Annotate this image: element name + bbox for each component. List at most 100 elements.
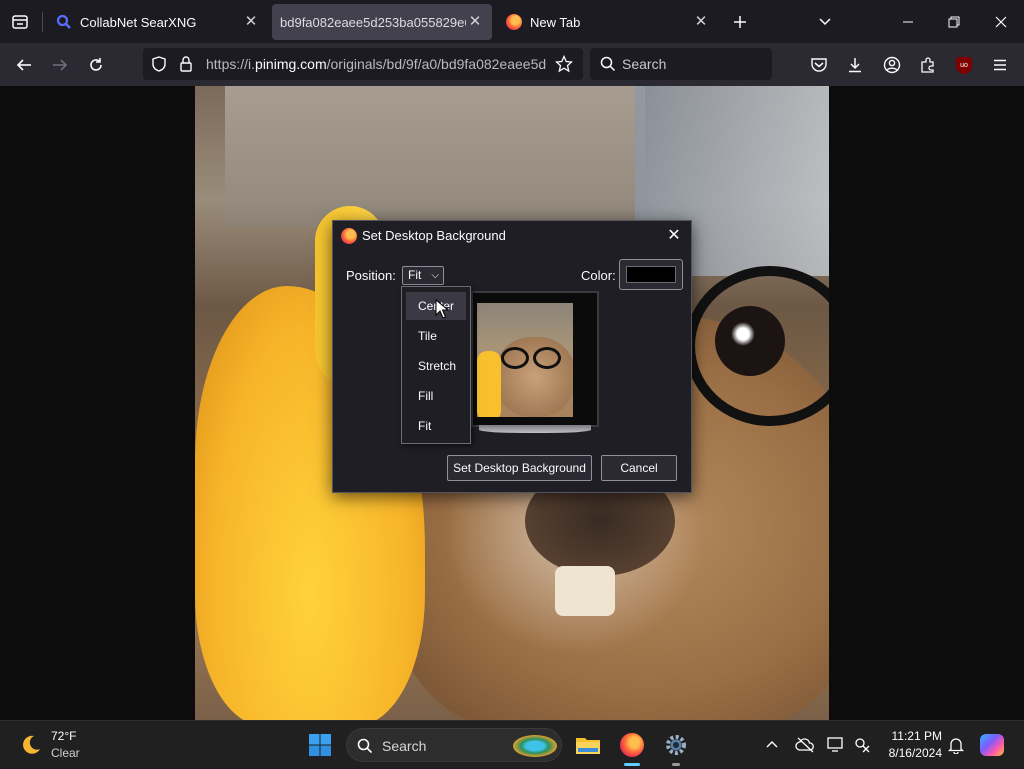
lock-icon[interactable] — [179, 56, 193, 72]
firefox-taskbar-button[interactable] — [616, 729, 648, 761]
preview-image — [477, 303, 573, 417]
extensions-button[interactable] — [914, 51, 942, 79]
tab-label: CollabNet SearXNG — [80, 14, 197, 30]
monitor-screen — [471, 291, 599, 427]
weather-temperature: 72°F — [51, 729, 77, 743]
set-desktop-background-dialog: Set Desktop Background ✕ Position: Fit ⌵… — [332, 220, 692, 493]
weather-condition: Clear — [51, 746, 80, 760]
tab-collabnet[interactable]: CollabNet SearXNG ✕ — [46, 4, 268, 40]
mouse-cursor-icon — [435, 299, 449, 319]
url-path: /originals/bd/9f/a0/bd9fa082eaee5d — [326, 56, 546, 72]
position-option-tile[interactable]: Tile — [406, 322, 466, 350]
tab-image[interactable]: bd9fa082eaee5d253ba055829e6840( ✕ — [272, 4, 492, 40]
firefox-logo-icon — [341, 228, 357, 244]
url-domain: pinimg.com — [255, 56, 327, 72]
settings-button[interactable] — [660, 729, 692, 761]
taskbar-search-placeholder: Search — [382, 738, 427, 754]
position-option-fill[interactable]: Fill — [406, 382, 466, 410]
display-icon — [827, 737, 843, 752]
firefox-icon — [506, 14, 522, 30]
windows-logo-icon — [309, 734, 331, 756]
minimize-button[interactable] — [894, 8, 922, 36]
account-button[interactable] — [878, 51, 906, 79]
set-desktop-background-button[interactable]: Set Desktop Background — [447, 455, 592, 481]
position-option-stretch[interactable]: Stretch — [406, 352, 466, 380]
reload-icon — [90, 58, 102, 71]
bookmark-star-icon[interactable] — [555, 55, 573, 73]
searxng-icon — [56, 14, 71, 29]
list-all-tabs-button[interactable] — [811, 8, 839, 36]
ublock-shield-icon: uo — [956, 56, 972, 74]
show-hidden-icons-button[interactable] — [756, 729, 788, 761]
running-app-indicator — [672, 763, 680, 766]
minimize-icon — [903, 21, 913, 23]
tab-close-icon[interactable]: ✕ — [692, 13, 710, 31]
onedrive-button[interactable] — [789, 729, 821, 761]
tab-strip: CollabNet SearXNG ✕ bd9fa082eaee5d253ba0… — [0, 0, 1024, 43]
search-placeholder: Search — [622, 56, 667, 72]
copilot-icon — [980, 734, 1004, 756]
weather-widget[interactable]: 72°F Clear — [0, 721, 110, 769]
gear-icon — [666, 735, 686, 755]
tab-label: bd9fa082eaee5d253ba055829e6840( — [280, 14, 466, 30]
firefox-icon — [620, 733, 644, 757]
plus-icon — [734, 16, 746, 28]
url-text[interactable]: https://i.pinimg.com/originals/bd/9f/a0/… — [206, 56, 546, 72]
color-label: Color: — [581, 268, 616, 283]
firefox-view-button[interactable] — [6, 8, 34, 36]
clock-time: 11:21 PM — [891, 729, 942, 743]
restore-button[interactable] — [940, 8, 968, 36]
restore-icon — [948, 16, 960, 28]
preview-monitor — [471, 291, 599, 433]
color-swatch — [626, 266, 676, 283]
position-option-fit[interactable]: Fit — [406, 412, 466, 440]
forward-arrow-icon — [53, 59, 68, 71]
chevron-down-icon — [819, 18, 831, 26]
url-bar[interactable]: https://i.pinimg.com/originals/bd/9f/a0/… — [143, 48, 583, 80]
reload-button[interactable] — [82, 51, 110, 79]
tab-new-tab[interactable]: New Tab ✕ — [496, 4, 718, 40]
file-explorer-button[interactable] — [572, 729, 604, 761]
taskbar-search-box[interactable]: Search — [346, 728, 562, 762]
ublock-origin-button[interactable]: uo — [950, 51, 978, 79]
puzzle-icon — [921, 57, 934, 73]
clock-date: 8/16/2024 — [888, 746, 942, 760]
firefox-view-icon — [12, 15, 28, 29]
downloads-button[interactable] — [841, 51, 869, 79]
network-icon — [855, 738, 870, 753]
start-button[interactable] — [304, 729, 336, 761]
search-highlight-icon — [513, 735, 557, 757]
tab-close-icon[interactable]: ✕ — [466, 13, 484, 31]
position-label: Position: — [346, 268, 396, 283]
back-button[interactable] — [10, 51, 38, 79]
tab-close-icon[interactable]: ✕ — [242, 13, 260, 31]
forward-button[interactable] — [46, 51, 74, 79]
close-icon — [995, 16, 1007, 28]
pocket-button[interactable] — [805, 51, 833, 79]
copilot-button[interactable] — [976, 729, 1008, 761]
cloud-offline-icon — [795, 737, 814, 753]
dialog-title: Set Desktop Background — [362, 228, 506, 243]
close-window-button[interactable] — [987, 8, 1015, 36]
cancel-button[interactable]: Cancel — [601, 455, 677, 481]
search-icon — [357, 738, 373, 754]
search-icon — [600, 56, 616, 72]
back-arrow-icon — [16, 59, 31, 71]
notifications-button[interactable] — [940, 729, 972, 761]
download-icon — [849, 58, 861, 73]
tab-separator — [42, 12, 43, 32]
new-tab-button[interactable] — [726, 8, 754, 36]
network-button[interactable] — [847, 729, 879, 761]
app-menu-button[interactable] — [986, 51, 1014, 79]
monitor-stand — [479, 425, 591, 433]
ublock-badge-text: uo — [960, 61, 968, 69]
chevron-up-icon — [766, 741, 778, 748]
dialog-close-button[interactable]: ✕ — [663, 225, 685, 247]
color-picker-button[interactable] — [619, 259, 683, 290]
hamburger-menu-icon — [994, 59, 1006, 71]
tracking-protection-shield-icon[interactable] — [151, 56, 167, 72]
search-bar[interactable]: Search — [590, 48, 772, 80]
tab-label: New Tab — [530, 14, 581, 30]
position-select[interactable]: Fit ⌵ — [402, 266, 444, 285]
navigation-toolbar: https://i.pinimg.com/originals/bd/9f/a0/… — [0, 43, 1024, 86]
